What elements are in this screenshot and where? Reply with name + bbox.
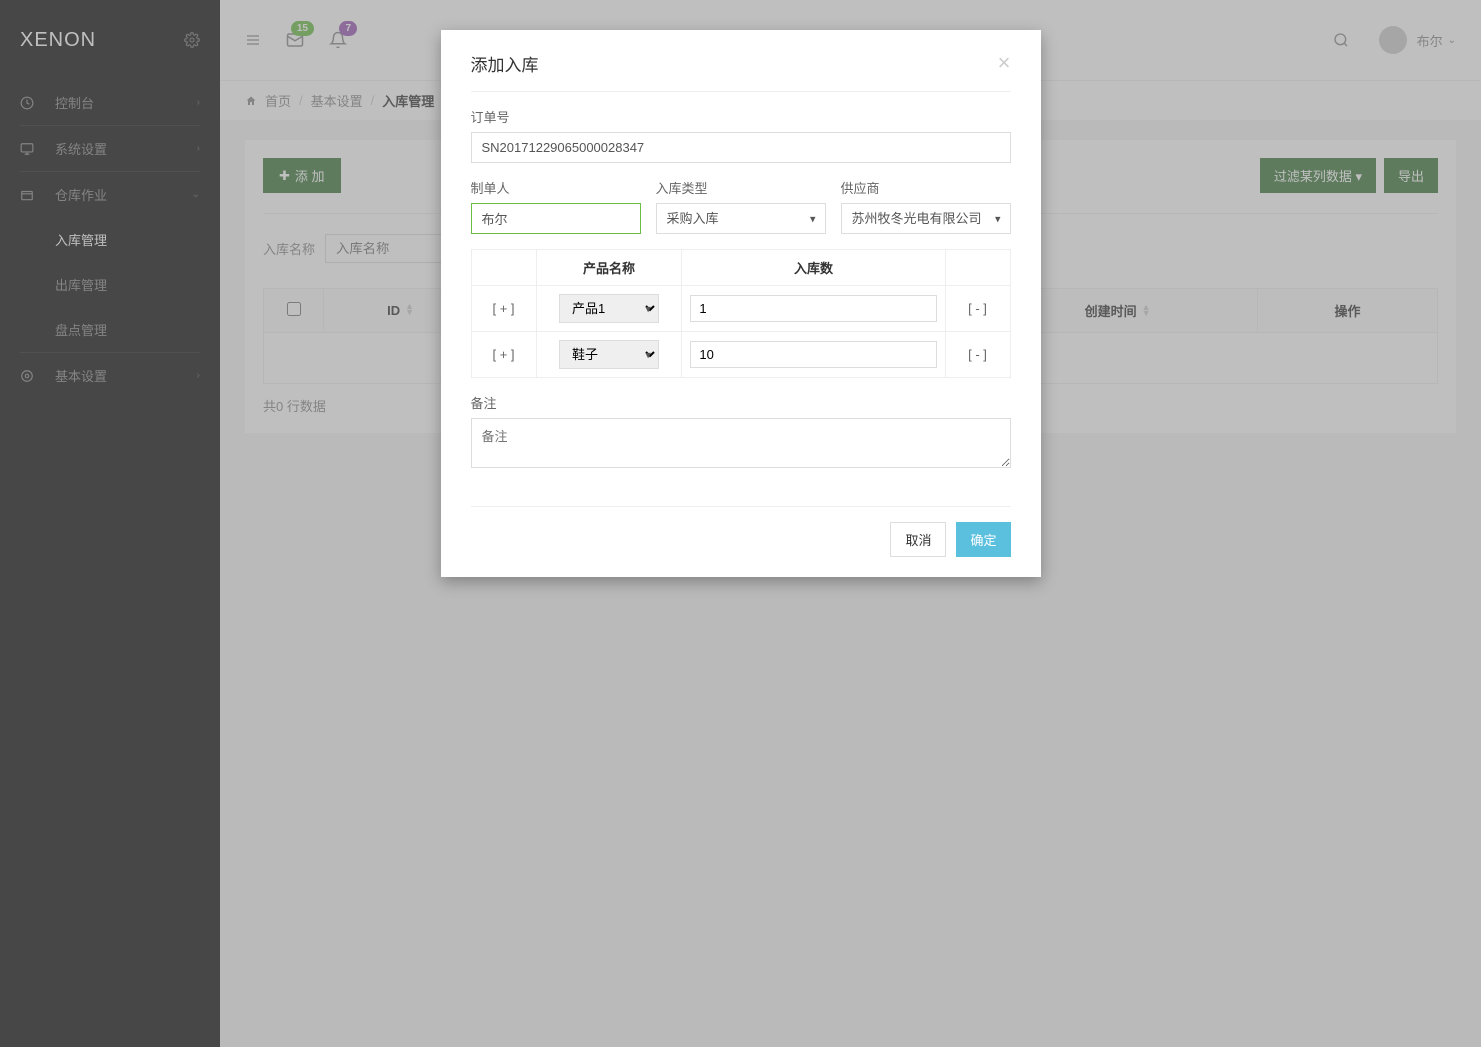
product-row: [ + ] 鞋子 [ - ] [471,332,1010,378]
modal-add-inbound: 添加入库 × 订单号 制单人 入库类型 采购入库 供应商 [441,30,1041,577]
confirm-button[interactable]: 确定 [956,522,1010,557]
order-label: 订单号 [471,107,1011,126]
type-label: 入库类型 [656,178,826,197]
supplier-label: 供应商 [841,178,1011,197]
col-qty: 入库数 [682,250,945,286]
qty-input[interactable] [690,341,936,368]
modal-header: 添加入库 × [441,30,1041,91]
close-icon[interactable]: × [998,50,1011,76]
creator-input[interactable] [471,203,641,234]
modal-title: 添加入库 [471,51,998,76]
remark-label: 备注 [471,393,1011,412]
add-row-button[interactable]: [ + ] [471,332,536,378]
order-input[interactable] [471,132,1011,163]
remark-textarea[interactable] [471,418,1011,468]
add-row-button[interactable]: [ + ] [471,286,536,332]
col-product-name: 产品名称 [536,250,682,286]
modal-footer: 取消 确定 [471,506,1011,577]
del-row-button[interactable]: [ - ] [945,286,1010,332]
product-select[interactable]: 鞋子 [559,340,659,369]
col-del [945,250,1010,286]
type-select[interactable]: 采购入库 [656,203,826,234]
col-add [471,250,536,286]
del-row-button[interactable]: [ - ] [945,332,1010,378]
cancel-button[interactable]: 取消 [890,522,946,557]
modal-body: 订单号 制单人 入库类型 采购入库 供应商 苏州牧冬光电有限公 [441,92,1041,506]
creator-label: 制单人 [471,178,641,197]
product-row: [ + ] 产品1 [ - ] [471,286,1010,332]
product-table: 产品名称 入库数 [ + ] 产品1 [ - ] [ + ] 鞋子 [ - ] [471,249,1011,378]
product-select[interactable]: 产品1 [559,294,659,323]
supplier-select[interactable]: 苏州牧冬光电有限公司 [841,203,1011,234]
qty-input[interactable] [690,295,936,322]
